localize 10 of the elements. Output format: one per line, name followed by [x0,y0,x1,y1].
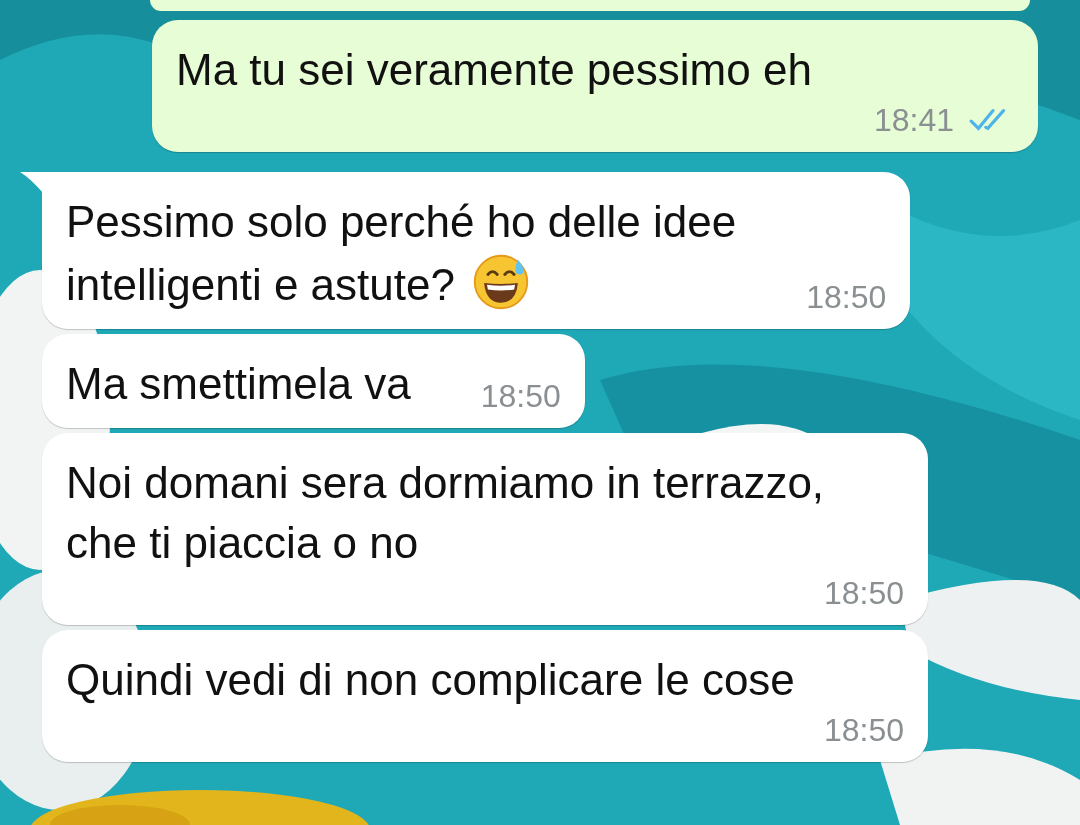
message-time: 18:50 [480,378,561,414]
message-time: 18:41 [873,102,954,138]
message-text: Ma tu sei veramente pessimo eh [176,45,812,94]
message-time: 18:50 [823,575,904,611]
message-time: 18:50 [823,712,904,748]
message-time: 18:50 [806,279,887,315]
message-text: Quindi vedi di non complicare le cose [66,655,795,704]
message-text: Noi domani sera dormiamo in terrazzo, che ti piaccia o no [66,458,825,567]
message-text: Ma smettimela va [66,359,411,408]
message-text: Pessimo solo perché ho delle idee intelligenti e astute? [66,197,737,309]
